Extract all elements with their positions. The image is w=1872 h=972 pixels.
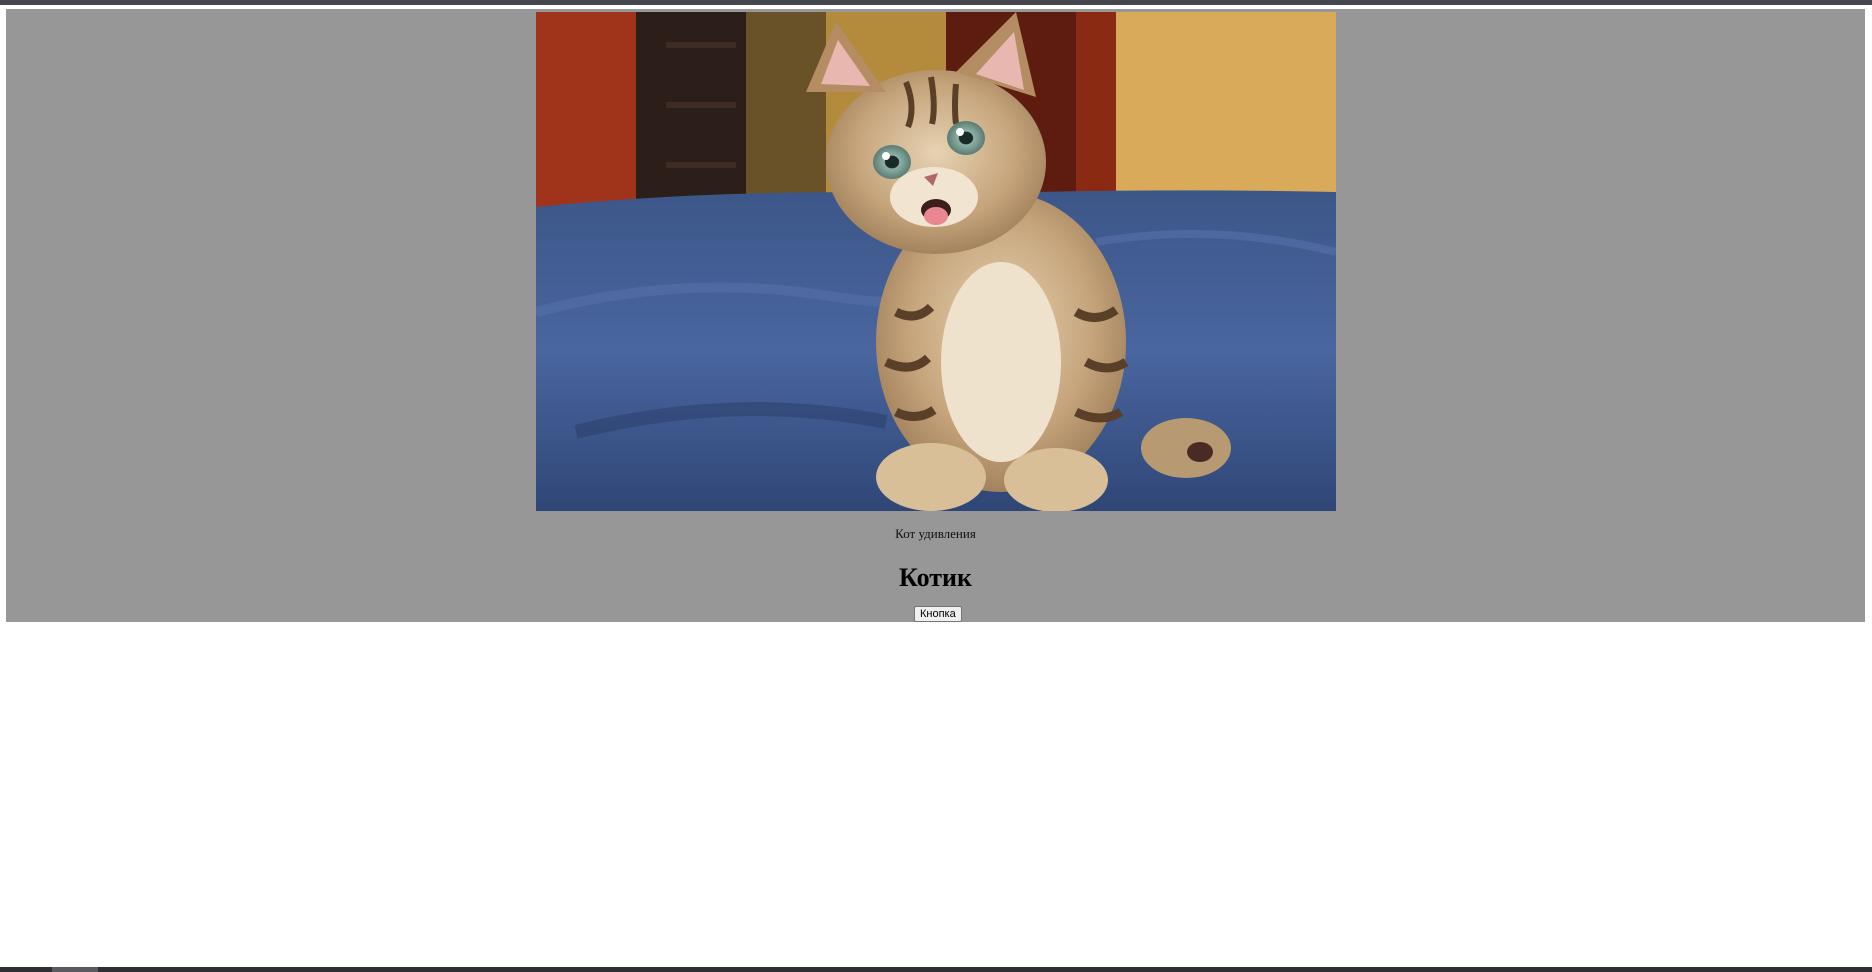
content-panel: Кот удивления Котик Кнопка: [6, 9, 1865, 622]
scrollbar-thumb[interactable]: [52, 967, 98, 972]
page-title: Котик: [899, 563, 972, 592]
kitten-photo: [536, 12, 1336, 511]
image-caption: Кот удивления: [895, 526, 976, 541]
window-top-border: [0, 0, 1872, 5]
action-button[interactable]: Кнопка: [914, 606, 962, 622]
window-bottom-border: [0, 967, 1872, 972]
